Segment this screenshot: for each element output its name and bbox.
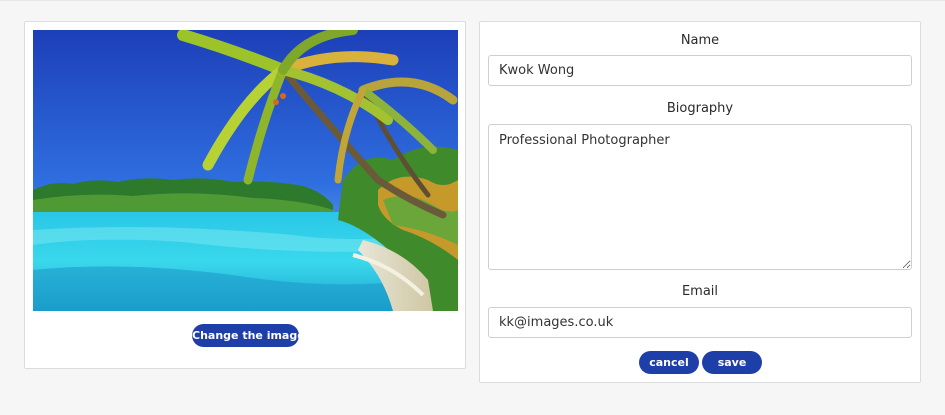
name-label: Name — [680, 33, 720, 48]
biography-textarea[interactable]: Professional Photographer — [488, 124, 912, 270]
email-label: Email — [681, 284, 719, 299]
biography-label: Biography — [666, 101, 734, 116]
email-input[interactable] — [488, 307, 912, 338]
beach-palm-photo — [33, 30, 458, 311]
profile-form-card: Name Biography Professional Photographer… — [479, 21, 921, 383]
profile-image-card: Change the image — [24, 21, 466, 369]
profile-photo — [33, 30, 458, 311]
change-image-button[interactable]: Change the image — [192, 324, 305, 347]
save-button[interactable]: save — [702, 351, 762, 374]
cancel-button[interactable]: cancel — [639, 351, 699, 374]
name-input[interactable] — [488, 55, 912, 86]
top-divider — [0, 0, 945, 1]
